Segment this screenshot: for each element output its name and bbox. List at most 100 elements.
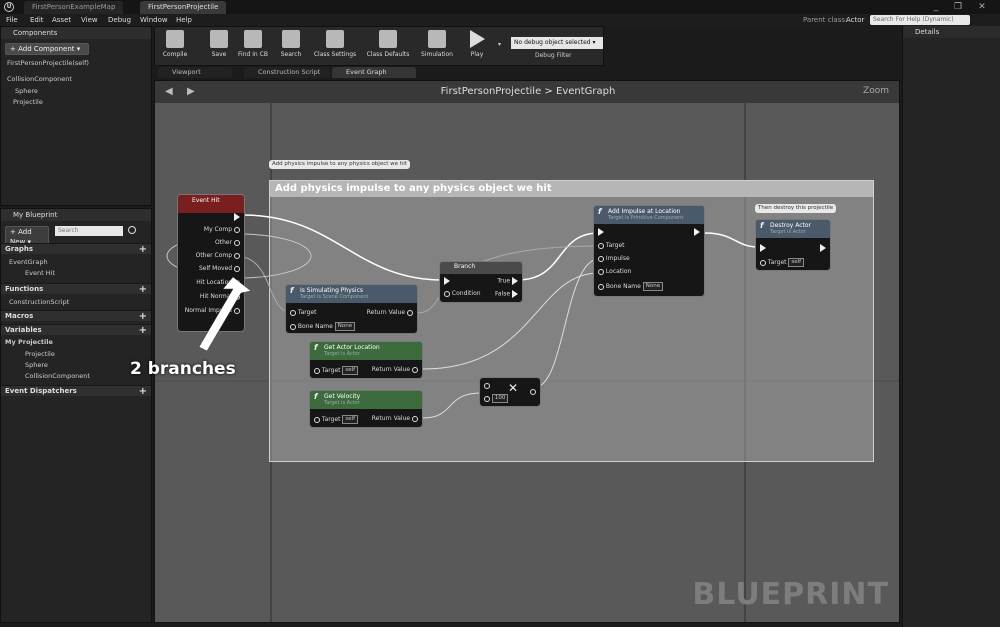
get-velocity-node[interactable]: f Get Velocity Target is Actor Target self… xyxy=(309,390,423,428)
add-impulse-bone-value[interactable]: None xyxy=(642,282,664,291)
section-macros[interactable]: Macros + xyxy=(1,310,151,322)
add-component-button[interactable]: + Add Component ▾ xyxy=(5,43,89,55)
save-label: Save xyxy=(211,51,227,58)
save-button[interactable]: Save xyxy=(201,30,237,64)
compile-label: Compile xyxy=(162,51,188,58)
component-self[interactable]: FirstPersonProjectile(self) xyxy=(7,58,89,68)
add-impulse-title: Add Impulse at Location xyxy=(608,208,681,215)
play-button[interactable]: Play xyxy=(459,30,495,64)
section-functions[interactable]: Functions + xyxy=(1,283,151,295)
search-button[interactable]: Search xyxy=(273,30,309,64)
tab-event-graph[interactable]: Event Graph xyxy=(332,67,416,78)
var-projectile[interactable]: Projectile xyxy=(25,349,55,359)
get-velocity-target-pin[interactable]: Target self xyxy=(314,415,359,424)
add-impulse-node[interactable]: f Add Impulse at Location Target is Primit… xyxy=(593,205,705,297)
tab-construction-script[interactable]: Construction Script xyxy=(244,67,330,78)
add-impulse-exec-in[interactable] xyxy=(598,228,604,236)
multiply-input-a[interactable] xyxy=(484,382,490,389)
compile-button[interactable]: Compile xyxy=(157,30,193,64)
get-velocity-target-value[interactable]: self xyxy=(342,415,359,424)
destroy-target-value[interactable]: self xyxy=(788,258,805,267)
menu-view[interactable]: View xyxy=(81,14,98,26)
simulation-button[interactable]: Simulation xyxy=(419,30,455,64)
pin-other-comp[interactable]: Other Comp xyxy=(196,252,240,259)
multiply-node[interactable]: 100 ✕ xyxy=(479,377,541,407)
pin-my-comp[interactable]: My Comp xyxy=(204,226,240,233)
multiply-output[interactable] xyxy=(530,388,536,395)
tab-viewport[interactable]: Viewport xyxy=(158,67,232,78)
play-label: Play xyxy=(470,51,484,58)
section-variables[interactable]: Variables + xyxy=(1,324,151,336)
maximize-icon[interactable]: ❐ xyxy=(950,1,966,13)
component-collision[interactable]: CollisionComponent xyxy=(7,74,72,84)
item-eventgraph[interactable]: EventGraph xyxy=(9,257,48,267)
menu-window[interactable]: Window xyxy=(140,14,168,26)
get-location-return-pin[interactable]: Return Value xyxy=(372,366,418,373)
destroy-target-pin[interactable]: Target self xyxy=(760,258,805,267)
section-graphs[interactable]: Graphs + xyxy=(1,243,151,255)
annotation-text: 2 branches xyxy=(130,359,236,379)
blueprint-search-input[interactable]: Search xyxy=(55,226,123,236)
view-options-eye-icon[interactable] xyxy=(128,226,136,234)
close-icon[interactable]: ✕ xyxy=(974,1,990,13)
item-event-hit[interactable]: Event Hit xyxy=(25,268,55,278)
multiply-input-b[interactable]: 100 xyxy=(484,394,509,403)
find-in-cb-button[interactable]: Find in CB xyxy=(235,30,271,64)
pin-my-comp-label: My Comp xyxy=(203,226,233,233)
play-options-chevron-down-icon[interactable]: ▾ xyxy=(498,41,501,48)
add-graph-plus-icon[interactable]: + xyxy=(139,244,147,255)
add-function-plus-icon[interactable]: + xyxy=(139,284,147,295)
branch-false-pin[interactable]: False xyxy=(495,290,518,298)
add-macro-plus-icon[interactable]: + xyxy=(139,311,147,322)
branch-node[interactable]: Branch Condition True False xyxy=(439,261,523,303)
get-location-target-pin[interactable]: Target self xyxy=(314,366,359,375)
is-simulating-target-pin[interactable]: Target xyxy=(290,309,316,316)
menu-help[interactable]: Help xyxy=(176,14,192,26)
class-settings-button[interactable]: Class Settings xyxy=(311,30,359,64)
add-impulse-target-pin[interactable]: Target xyxy=(598,242,624,249)
menu-edit[interactable]: Edit xyxy=(30,14,44,26)
add-impulse-exec-out[interactable] xyxy=(694,228,700,236)
add-impulse-bone-pin[interactable]: Bone Name None xyxy=(598,282,664,291)
debug-object-select[interactable]: No debug object selected ▾ xyxy=(511,37,603,49)
get-velocity-return-pin[interactable]: Return Value xyxy=(372,415,418,422)
class-defaults-button[interactable]: Class Defaults xyxy=(363,30,413,64)
section-event-dispatchers[interactable]: Event Dispatchers + xyxy=(1,385,151,397)
add-dispatcher-plus-icon[interactable]: + xyxy=(139,386,147,397)
branch-condition-pin[interactable]: Condition xyxy=(444,290,481,297)
add-variable-plus-icon[interactable]: + xyxy=(139,325,147,336)
destroy-actor-node[interactable]: f Destroy Actor Target is Actor Target sel… xyxy=(755,219,831,271)
event-hit-exec-out[interactable] xyxy=(234,213,240,221)
add-impulse-sub: Target is Primitive Component xyxy=(608,215,684,221)
menu-debug[interactable]: Debug xyxy=(108,14,131,26)
minimize-icon[interactable]: _ xyxy=(928,1,944,13)
component-sphere[interactable]: Sphere xyxy=(15,86,38,96)
is-simulating-bone-pin[interactable]: Bone Name None xyxy=(290,322,356,331)
destroy-exec-in[interactable] xyxy=(760,244,766,252)
var-sphere[interactable]: Sphere xyxy=(25,360,48,370)
var-collision-component[interactable]: CollisionComponent xyxy=(25,371,90,381)
branch-true-pin[interactable]: True xyxy=(497,277,518,285)
destroy-exec-out[interactable] xyxy=(820,244,826,252)
component-projectile[interactable]: Projectile xyxy=(13,97,43,107)
window-tab-projectile[interactable]: FirstPersonProjectile xyxy=(140,1,227,14)
add-impulse-location-pin[interactable]: Location xyxy=(598,268,631,275)
is-simulating-return-pin[interactable]: Return Value xyxy=(367,309,413,316)
menu-file[interactable]: File xyxy=(6,14,18,26)
add-impulse-impulse-pin[interactable]: Impulse xyxy=(598,255,630,262)
pin-self-moved[interactable]: Self Moved xyxy=(199,265,240,272)
branch-exec-in[interactable] xyxy=(444,277,450,285)
get-actor-location-node[interactable]: f Get Actor Location Target is Actor Targe… xyxy=(309,341,423,379)
search-help-input[interactable]: Search For Help (Dynamic) xyxy=(870,15,970,25)
window-tab-map[interactable]: FirstPersonExampleMap xyxy=(24,1,124,14)
destroy-bubble[interactable]: Then destroy this projectile xyxy=(755,204,837,213)
is-simulating-physics-node[interactable]: f Is Simulating Physics Target is Scene Co… xyxy=(285,284,418,334)
pin-other[interactable]: Other xyxy=(215,239,240,246)
multiply-value[interactable]: 100 xyxy=(491,394,509,403)
menu-asset[interactable]: Asset xyxy=(52,14,71,26)
is-simulating-bone-value[interactable]: None xyxy=(334,322,356,331)
get-location-target-value[interactable]: self xyxy=(342,366,359,375)
event-graph-canvas[interactable]: ◀ ▶ FirstPersonProjectile > EventGraph Z… xyxy=(154,80,900,623)
category-my-projectile[interactable]: My Projectile xyxy=(5,337,53,347)
item-construction-script[interactable]: ConstructionScript xyxy=(9,297,69,307)
